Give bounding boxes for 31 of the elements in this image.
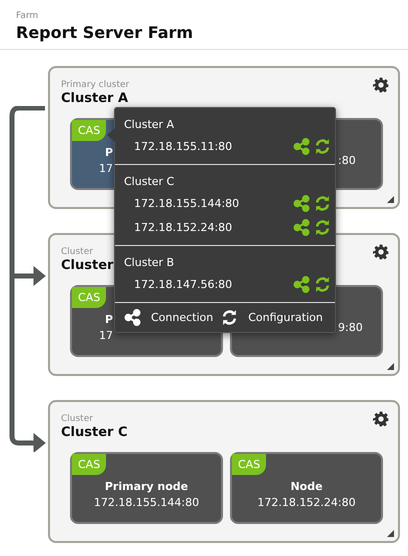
cluster-name: Cluster	[61, 258, 114, 273]
node-address: 172.18.152.24:80	[257, 496, 356, 508]
node-address: 172.18.155.144:80	[94, 496, 200, 508]
section-label: Farm	[16, 11, 40, 21]
popup-address: 172.18.147.56:80	[134, 278, 234, 290]
cas-badge: CAS	[72, 454, 106, 475]
popup-address: 172.18.155.11:80	[134, 140, 234, 152]
node-address: 9:80	[338, 320, 363, 334]
node-title: P	[104, 146, 113, 158]
page-title: Report Server Farm	[16, 23, 194, 42]
cas-badge: CAS	[72, 287, 106, 308]
node-title: P	[104, 312, 113, 326]
popup-address: 172.18.152.24:80	[134, 220, 234, 234]
cluster-role: Cluster	[61, 414, 93, 424]
legend-label: Connection	[151, 311, 214, 324]
cluster-name: Cluster A	[61, 91, 128, 106]
legend-label: Configuration	[248, 311, 323, 324]
cluster-name: Cluster C	[61, 425, 128, 440]
cas-badge: CAS	[232, 454, 266, 475]
popup-cluster-name: Cluster C	[124, 175, 174, 188]
node-address: 17	[99, 328, 113, 342]
cas-badge: CAS	[72, 120, 106, 141]
node-title: Node	[290, 480, 323, 492]
node-title: Primary node	[104, 480, 188, 492]
popup-cluster-name: Cluster A	[124, 118, 174, 131]
popup-address: 172.18.155.144:80	[134, 196, 240, 210]
node-address: 17	[99, 162, 113, 174]
popup-cluster-name: Cluster B	[124, 256, 174, 269]
cluster-role: Cluster	[61, 247, 93, 257]
cluster-role: Primary cluster	[61, 80, 130, 90]
node-address: :80	[338, 154, 356, 166]
